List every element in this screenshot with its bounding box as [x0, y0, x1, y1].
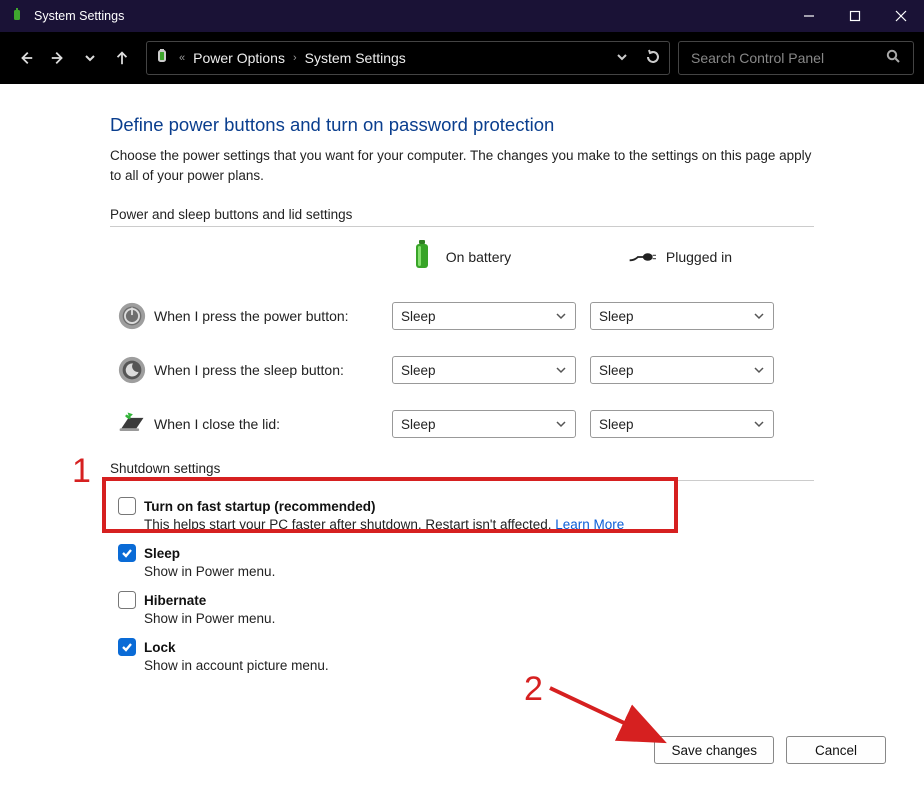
nav-up-icon[interactable]	[114, 50, 130, 66]
hibernate-checkbox[interactable]	[118, 591, 136, 609]
row-sleep-button-label: When I press the sleep button:	[154, 362, 392, 378]
lock-checkbox[interactable]	[118, 638, 136, 656]
row-power-button: When I press the power button: Sleep Sle…	[110, 289, 814, 343]
sleep-checkbox[interactable]	[118, 544, 136, 562]
plug-icon	[628, 241, 656, 273]
row-close-lid: When I close the lid: Sleep Sleep	[110, 397, 814, 451]
window-minimize-button[interactable]	[786, 0, 832, 32]
row-sleep-button: When I press the sleep button: Sleep Sle…	[110, 343, 814, 397]
fast-startup-learn-more-link[interactable]: Learn More	[555, 517, 624, 532]
row-power-button-label: When I press the power button:	[154, 308, 392, 324]
battery-icon	[408, 241, 436, 273]
row-close-lid-label: When I close the lid:	[154, 416, 392, 432]
section-power-sleep-lid: Power and sleep buttons and lid settings	[110, 207, 814, 227]
sleep-label: Sleep	[144, 546, 180, 561]
save-changes-button[interactable]: Save changes	[654, 736, 774, 764]
hibernate-label: Hibernate	[144, 593, 206, 608]
title-bar: System Settings	[0, 0, 924, 32]
refresh-icon[interactable]	[645, 49, 661, 68]
lock-label: Lock	[144, 640, 176, 655]
lid-plugged-dropdown[interactable]: Sleep	[590, 410, 774, 438]
window-maximize-button[interactable]	[832, 0, 878, 32]
fast-startup-checkbox[interactable]	[118, 497, 136, 515]
chevron-right-icon: ›	[293, 52, 297, 64]
shutdown-item-sleep: Sleep Show in Power menu.	[118, 544, 814, 579]
sleep-button-on-battery-dropdown[interactable]: Sleep	[392, 356, 576, 384]
shutdown-item-fast-startup: Turn on fast startup (recommended) This …	[118, 497, 814, 532]
section-shutdown: Shutdown settings	[110, 461, 814, 481]
nav-back-icon[interactable]	[18, 50, 34, 66]
power-button-plugged-dropdown[interactable]: Sleep	[590, 302, 774, 330]
column-battery-label: On battery	[446, 249, 511, 265]
sleep-button-plugged-dropdown[interactable]: Sleep	[590, 356, 774, 384]
shutdown-item-lock: Lock Show in account picture menu.	[118, 638, 814, 673]
cancel-button[interactable]: Cancel	[786, 736, 886, 764]
main-content: Define power buttons and turn on passwor…	[0, 84, 924, 673]
sleep-button-icon	[110, 355, 154, 385]
power-button-on-battery-dropdown[interactable]: Sleep	[392, 302, 576, 330]
app-icon	[10, 8, 26, 24]
address-chevron-down-icon[interactable]	[615, 50, 629, 67]
lid-on-battery-dropdown[interactable]: Sleep	[392, 410, 576, 438]
breadcrumb-sep-icon: «	[179, 52, 185, 64]
nav-forward-icon[interactable]	[50, 50, 66, 66]
breadcrumb-level0[interactable]: Power Options	[193, 50, 285, 66]
search-icon	[886, 49, 901, 67]
breadcrumb-icon	[155, 49, 171, 68]
page-title: Define power buttons and turn on passwor…	[110, 114, 814, 136]
search-placeholder: Search Control Panel	[691, 50, 824, 66]
nav-bar: « Power Options › System Settings Search…	[0, 32, 924, 84]
annotation-number-2: 2	[524, 670, 543, 709]
power-button-icon	[110, 301, 154, 331]
fast-startup-label: Turn on fast startup (recommended)	[144, 499, 376, 514]
shutdown-item-hibernate: Hibernate Show in Power menu.	[118, 591, 814, 626]
hibernate-desc: Show in Power menu.	[118, 611, 814, 626]
fast-startup-desc: This helps start your PC faster after sh…	[144, 517, 555, 532]
window-close-button[interactable]	[878, 0, 924, 32]
lock-desc: Show in account picture menu.	[118, 658, 814, 673]
window-title: System Settings	[34, 9, 786, 23]
column-plugged-label: Plugged in	[666, 249, 732, 265]
address-bar[interactable]: « Power Options › System Settings	[146, 41, 670, 75]
sleep-desc: Show in Power menu.	[118, 564, 814, 579]
breadcrumb-level1[interactable]: System Settings	[305, 50, 406, 66]
laptop-lid-icon	[110, 409, 154, 439]
search-input[interactable]: Search Control Panel	[678, 41, 914, 75]
page-description: Choose the power settings that you want …	[110, 146, 814, 185]
nav-history-chevron-down-icon[interactable]	[82, 50, 98, 66]
